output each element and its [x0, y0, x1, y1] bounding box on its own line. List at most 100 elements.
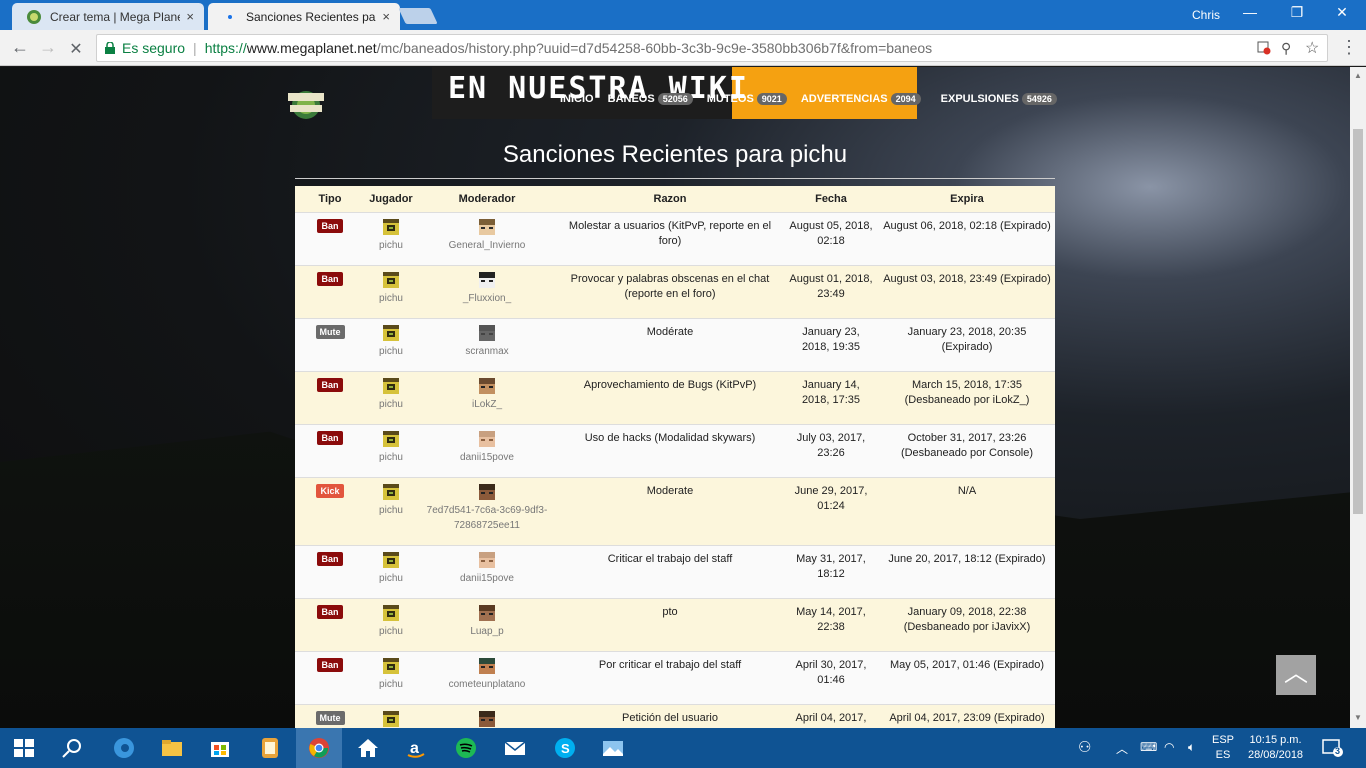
tab-sanciones[interactable]: Sanciones Recientes para × [208, 3, 400, 30]
player-head-icon[interactable] [383, 218, 399, 235]
moderator-name[interactable]: scranmax [465, 346, 508, 357]
player-name[interactable]: pichu [379, 399, 403, 410]
player-name[interactable]: pichu [379, 505, 403, 516]
moderator-name[interactable]: danii15pove [460, 573, 514, 584]
player-name[interactable]: pichu [379, 679, 403, 690]
moderator-head-icon[interactable] [479, 377, 495, 394]
nav-advertencias[interactable]: ADVERTENCIAS 2094 [801, 93, 921, 105]
player-name[interactable]: pichu [379, 346, 403, 357]
close-window-icon[interactable]: ✕ [1332, 4, 1352, 21]
moderator-head-icon[interactable] [479, 551, 495, 568]
cell-moderador[interactable]: danii15pove [417, 424, 557, 478]
nav-baneos[interactable]: BANEOS 52056 [608, 93, 693, 105]
moderator-name[interactable]: cometeunplatano [449, 679, 526, 690]
cell-moderador[interactable] [417, 704, 557, 728]
moderator-name[interactable]: iLokZ_ [472, 399, 502, 410]
store-icon[interactable] [208, 736, 232, 760]
player-head-icon[interactable] [383, 430, 399, 447]
player-head-icon[interactable] [383, 483, 399, 500]
chrome-icon[interactable] [307, 736, 331, 760]
cell-jugador[interactable]: pichu [365, 477, 417, 546]
clock[interactable]: 10:15 p.m. 28/08/2018 [1248, 733, 1303, 763]
scroll-up-icon[interactable]: ▲ [1354, 71, 1362, 80]
forward-icon[interactable]: → [37, 37, 59, 58]
nav-inicio[interactable]: INICIO [560, 93, 594, 105]
moderator-head-icon[interactable] [479, 218, 495, 235]
player-head-icon[interactable] [383, 657, 399, 674]
blocked-popup-icon[interactable] [1257, 41, 1271, 55]
chevron-up-icon[interactable]: ︿ [1116, 740, 1128, 757]
windows-start-icon[interactable] [12, 736, 36, 760]
bookmark-star-icon[interactable]: ☆ [1305, 38, 1319, 58]
moderator-head-icon[interactable] [479, 604, 495, 621]
player-name[interactable]: pichu [379, 626, 403, 637]
search-icon[interactable] [60, 736, 84, 760]
scroll-down-icon[interactable]: ▼ [1354, 713, 1362, 722]
megaplanet-logo[interactable] [286, 85, 326, 121]
home-icon[interactable] [356, 736, 380, 760]
nav-muteos[interactable]: MUTEOS 9021 [707, 93, 787, 105]
moderator-name[interactable]: Luap_p [470, 626, 503, 637]
page-scrollbar[interactable]: ▲ ▼ [1350, 67, 1366, 728]
cell-jugador[interactable]: pichu [365, 212, 417, 266]
moderator-head-icon[interactable] [479, 430, 495, 447]
skype-icon[interactable]: S [553, 736, 577, 760]
cell-jugador[interactable]: pichu [365, 318, 417, 372]
moderator-head-icon[interactable] [479, 324, 495, 341]
amazon-icon[interactable]: a [404, 736, 428, 760]
player-name[interactable]: pichu [379, 240, 403, 251]
player-head-icon[interactable] [383, 551, 399, 568]
notifications-icon[interactable] [1322, 738, 1344, 758]
scrollbar-thumb[interactable] [1353, 129, 1363, 514]
player-head-icon[interactable] [383, 271, 399, 288]
file-explorer-icon[interactable] [160, 736, 184, 760]
edge-icon[interactable] [112, 736, 136, 760]
player-name[interactable]: pichu [379, 293, 403, 304]
cell-moderador[interactable]: 7ed7d541-7c6a-3c69-9df3-72868725ee11 [417, 477, 557, 546]
player-head-icon[interactable] [383, 377, 399, 394]
moderator-name[interactable]: _Fluxxion_ [463, 293, 511, 304]
language-indicator[interactable]: ESP ES [1212, 733, 1234, 763]
cell-moderador[interactable]: General_Invierno [417, 212, 557, 266]
menu-icon[interactable]: ⋮ [1338, 37, 1360, 58]
moderator-head-icon[interactable] [479, 483, 495, 500]
player-name[interactable]: pichu [379, 452, 403, 463]
player-head-icon[interactable] [383, 604, 399, 621]
mail-icon[interactable] [503, 736, 527, 760]
player-name[interactable]: pichu [379, 573, 403, 584]
zoom-icon[interactable]: ⚲ [1281, 40, 1291, 57]
nav-expulsiones[interactable]: EXPULSIONES 54926 [941, 93, 1057, 105]
moderator-name[interactable]: General_Invierno [449, 240, 526, 251]
address-bar[interactable]: Es seguro | https:// www.megaplanet.net … [96, 34, 1328, 62]
cell-jugador[interactable]: pichu [365, 545, 417, 599]
photos-icon[interactable] [601, 736, 625, 760]
cell-jugador[interactable]: pichu [365, 651, 417, 705]
cell-moderador[interactable]: iLokZ_ [417, 371, 557, 425]
cell-jugador[interactable]: pichu [365, 598, 417, 652]
wifi-icon[interactable]: ◠ [1164, 740, 1174, 754]
restore-icon[interactable]: ❐ [1287, 4, 1307, 21]
people-icon[interactable]: ⚇ [1078, 738, 1091, 756]
moderator-head-icon[interactable] [479, 657, 495, 674]
tab-close-icon[interactable]: × [382, 9, 390, 24]
back-icon[interactable]: ← [9, 37, 31, 58]
player-head-icon[interactable] [383, 324, 399, 341]
cell-moderador[interactable]: Luap_p [417, 598, 557, 652]
moderator-name[interactable]: danii15pove [460, 452, 514, 463]
cell-moderador[interactable]: danii15pove [417, 545, 557, 599]
profile-name[interactable]: Chris [1192, 8, 1220, 22]
cell-moderador[interactable]: scranmax [417, 318, 557, 372]
tab-close-icon[interactable]: × [186, 9, 194, 24]
cell-jugador[interactable]: pichu [365, 371, 417, 425]
moderator-name[interactable]: 7ed7d541-7c6a-3c69-9df3-72868725ee11 [427, 505, 548, 531]
moderator-head-icon[interactable] [479, 710, 495, 727]
moderator-head-icon[interactable] [479, 271, 495, 288]
notes-app-icon[interactable] [258, 736, 282, 760]
spotify-icon[interactable] [454, 736, 478, 760]
cell-moderador[interactable]: _Fluxxion_ [417, 265, 557, 319]
new-tab-button[interactable] [398, 8, 438, 24]
volume-icon[interactable]: 🔈︎ [1188, 740, 1195, 755]
input-method-icon[interactable]: ⌨ [1140, 740, 1157, 754]
minimize-icon[interactable]: — [1240, 4, 1260, 20]
cell-moderador[interactable]: cometeunplatano [417, 651, 557, 705]
